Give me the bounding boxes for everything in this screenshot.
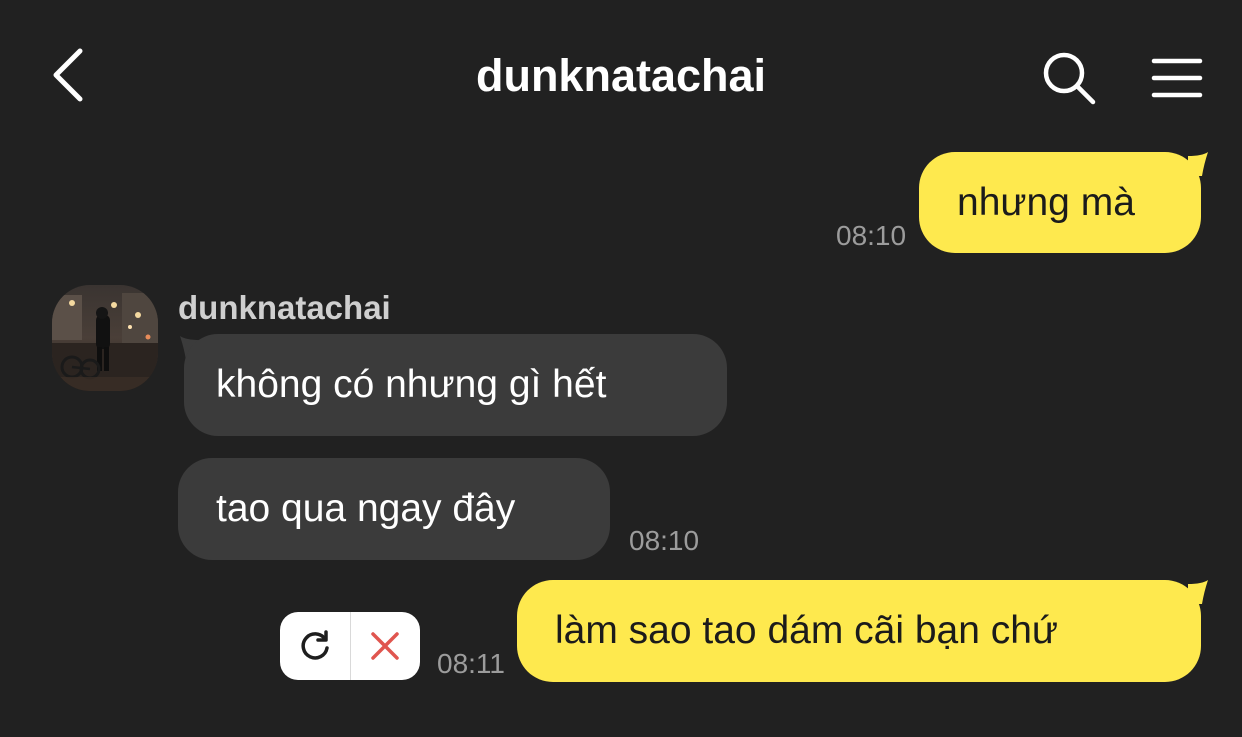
outgoing-message-bubble[interactable]: làm sao tao dám cãi bạn chứ	[517, 580, 1201, 682]
message-timestamp: 08:11	[437, 648, 505, 679]
bubble-tail	[1188, 152, 1208, 176]
search-icon[interactable]	[1036, 46, 1102, 110]
back-chevron-icon[interactable]	[40, 40, 96, 110]
outgoing-message-bubble[interactable]: nhưng mà	[919, 152, 1201, 253]
failed-message-actions	[280, 612, 420, 680]
refresh-icon	[301, 630, 329, 660]
hamburger-menu-icon[interactable]	[1144, 46, 1210, 110]
sender-name: dunknatachai	[178, 289, 391, 326]
message-timestamp: 08:10	[836, 220, 907, 251]
delete-button[interactable]	[351, 612, 421, 680]
message-timestamp: 08:10	[629, 525, 700, 556]
close-icon	[371, 632, 399, 660]
message-text: tao qua ngay đây	[216, 487, 516, 530]
avatar-photo	[52, 285, 158, 391]
bubble-tail	[1188, 580, 1208, 604]
incoming-message-bubble[interactable]: tao qua ngay đây	[178, 458, 610, 560]
message-text: nhưng mà	[957, 180, 1135, 224]
chat-screen: dunknatachai 08:10 nhưng mà dunknatachai…	[0, 0, 1242, 737]
chat-title: dunknatachai	[475, 50, 767, 101]
avatar[interactable]	[52, 285, 158, 391]
message-text: không có nhưng gì hết	[216, 363, 607, 406]
message-text: làm sao tao dám cãi bạn chứ	[555, 609, 1059, 652]
retry-button[interactable]	[280, 612, 350, 680]
incoming-message-bubble[interactable]: không có nhưng gì hết	[184, 334, 727, 436]
